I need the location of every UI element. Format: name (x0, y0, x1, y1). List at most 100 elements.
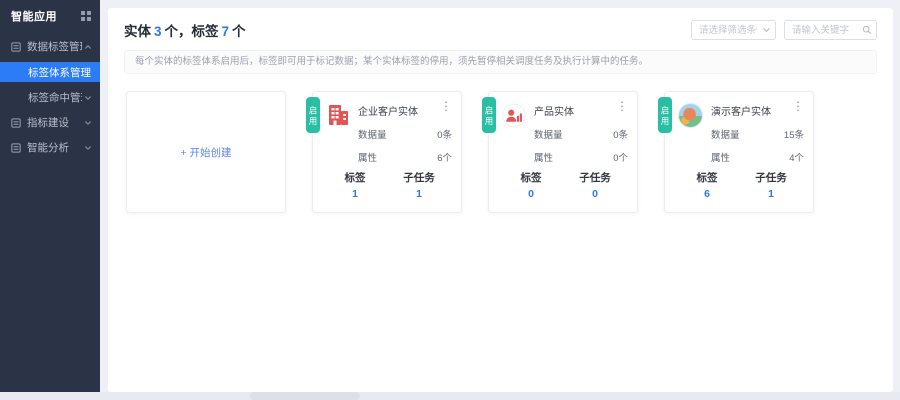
sidebar-item-label: 标签命中管理 (28, 92, 82, 104)
chevron-up-icon (84, 43, 92, 51)
stat-label: 数据量 (534, 130, 563, 142)
info-banner: 每个实体的标签体系启用后，标签即可用于标记数据；某个实体标签的停用，须先暂停相关… (124, 50, 877, 75)
horizontal-scrollbar-thumb[interactable] (250, 392, 360, 400)
sidebar-item-intelligent-analysis[interactable]: 智能分析 (0, 135, 100, 160)
stat-value: 15条 (783, 130, 804, 142)
stat-row: 属性 0个 (534, 150, 628, 164)
chevron-down-icon (84, 119, 92, 127)
more-menu-icon[interactable]: ⋮ (612, 100, 628, 112)
sidebar-item-label: 数据标签管理 (27, 41, 82, 53)
footer-metric-value[interactable]: 1 (323, 188, 387, 200)
app-root: 智能应用 数据标签管理 标签体系管理 标签命中管理 (0, 0, 900, 392)
chevron-down-icon (84, 94, 92, 102)
tag-suffix: 个 (232, 24, 246, 39)
person-chart-icon (502, 103, 526, 128)
sidebar-item-tag-hit-management[interactable]: 标签命中管理 (0, 85, 100, 110)
main-content: 实体 3 个，标签 7 个 请选择筛选条件 请输入关键字 每个实体的标签体系启用… (100, 0, 900, 392)
stat-label: 数据量 (358, 130, 387, 142)
collapse-grid-icon[interactable] (81, 11, 91, 21)
stat-value: 4个 (789, 153, 804, 165)
footer-metric: 标签 1 (323, 170, 387, 200)
entity-title: 产品实体 (534, 107, 574, 119)
info-banner-text: 每个实体的标签体系启用后，标签即可用于标记数据；某个实体标签的停用，须先暂停相关… (135, 56, 649, 67)
document-icon (11, 41, 21, 52)
status-badge: 启用 (482, 97, 496, 134)
footer-metric-label: 标签 (520, 172, 542, 185)
entity-cards: + 开始创建 启用 企业客户实体 ⋮ 数据量 0条 属性 6个 标签 1 子任务… (124, 91, 877, 214)
entity-title: 企业客户实体 (358, 107, 418, 119)
footer-metric: 子任务 1 (387, 170, 451, 200)
tag-label: 标签 (191, 24, 219, 39)
footer-metric-value[interactable]: 1 (739, 188, 803, 200)
card-footer: 标签 1 子任务 1 (313, 170, 461, 200)
footer-metric-value[interactable]: 6 (675, 188, 739, 200)
tag-count: 7 (221, 24, 230, 39)
footer-metric: 子任务 0 (563, 170, 627, 200)
footer-metric-value[interactable]: 0 (563, 188, 627, 200)
status-badge: 启用 (658, 97, 672, 134)
filter-select (691, 20, 776, 40)
stat-label: 属性 (711, 153, 731, 165)
entity-card[interactable]: 启用 企业客户实体 ⋮ 数据量 0条 属性 6个 标签 1 子任务 1 (306, 91, 462, 214)
building-icon (326, 103, 350, 127)
sidebar-item-label: 智能分析 (27, 142, 69, 154)
entity-suffix: 个， (164, 24, 192, 39)
search-icon[interactable] (862, 25, 872, 35)
stat-rows: 数据量 0条属性 6个 (358, 127, 452, 164)
create-entity-card[interactable]: + 开始创建 (126, 91, 286, 214)
horizontal-scrollbar[interactable] (0, 392, 900, 400)
stat-label: 数据量 (711, 130, 740, 142)
entity-label: 实体 (124, 24, 151, 39)
stat-row: 数据量 0条 (358, 127, 452, 141)
footer-metric-label: 子任务 (755, 172, 787, 185)
stat-label: 属性 (358, 153, 378, 165)
stat-rows: 数据量 0条属性 0个 (534, 127, 628, 164)
footer-metric: 子任务 1 (739, 170, 803, 200)
sidebar-header: 智能应用 (0, 0, 100, 34)
footer-metric-label: 子任务 (403, 172, 435, 185)
footer-metric-value[interactable]: 1 (387, 188, 451, 200)
header-controls (691, 20, 877, 40)
footer-metric: 标签 6 (675, 170, 739, 200)
footer-metric-label: 标签 (696, 172, 718, 185)
stat-row: 属性 4个 (711, 150, 804, 164)
document-icon (11, 142, 21, 153)
app-title: 智能应用 (11, 11, 57, 23)
footer-metric-label: 子任务 (579, 172, 611, 185)
entity-card[interactable]: 启用 演示客户实体 ⋮ 数据量 15条属性 4个 标签 6 子任务 1 (658, 91, 814, 214)
more-menu-icon[interactable]: ⋮ (788, 100, 804, 112)
footer-metric-value[interactable]: 0 (499, 188, 563, 200)
sidebar-item-label: 指标建设 (27, 117, 69, 129)
stat-value: 0条 (613, 130, 628, 142)
stat-label: 属性 (534, 153, 554, 165)
entity-title: 演示客户实体 (711, 107, 771, 119)
stat-row: 数据量 0条 (534, 127, 628, 141)
stat-value: 6个 (437, 153, 452, 165)
chevron-down-icon (84, 144, 92, 152)
card-footer: 标签 0 子任务 0 (489, 170, 637, 200)
entity-count: 3 (154, 24, 162, 39)
create-entity-link[interactable]: + 开始创建 (180, 145, 231, 160)
footer-metric-label: 标签 (344, 172, 366, 185)
keyword-search (784, 20, 877, 40)
document-icon (11, 117, 21, 128)
avatar-photo (678, 103, 703, 129)
stat-value: 0条 (437, 130, 452, 142)
stat-rows: 数据量 15条属性 4个 (711, 127, 804, 164)
card-footer: 标签 6 子任务 1 (665, 170, 813, 200)
sidebar-item-tag-system-management[interactable]: 标签体系管理 (0, 62, 100, 82)
footer-metric: 标签 0 (499, 170, 563, 200)
stat-row: 数据量 15条 (711, 127, 804, 141)
more-menu-icon[interactable]: ⋮ (436, 100, 452, 112)
stat-row: 属性 6个 (358, 150, 452, 164)
sidebar: 智能应用 数据标签管理 标签体系管理 标签命中管理 (0, 0, 100, 392)
sidebar-item-label: 标签体系管理 (28, 66, 91, 79)
sidebar-item-data-tag-management[interactable]: 数据标签管理 (0, 34, 100, 59)
stat-value: 0个 (613, 153, 628, 165)
entity-card[interactable]: 启用 产品实体 ⋮ 数据量 0条 属性 0个 标签 0 子任务 0 (482, 91, 638, 214)
sidebar-item-indicator-building[interactable]: 指标建设 (0, 110, 100, 135)
page-title: 实体 3 个，标签 7 个 (124, 20, 246, 40)
status-badge: 启用 (306, 97, 320, 134)
content-panel: 实体 3 个，标签 7 个 请选择筛选条件 请输入关键字 每个实体的标签体系启用… (108, 8, 893, 392)
chevron-down-icon[interactable] (762, 26, 771, 35)
